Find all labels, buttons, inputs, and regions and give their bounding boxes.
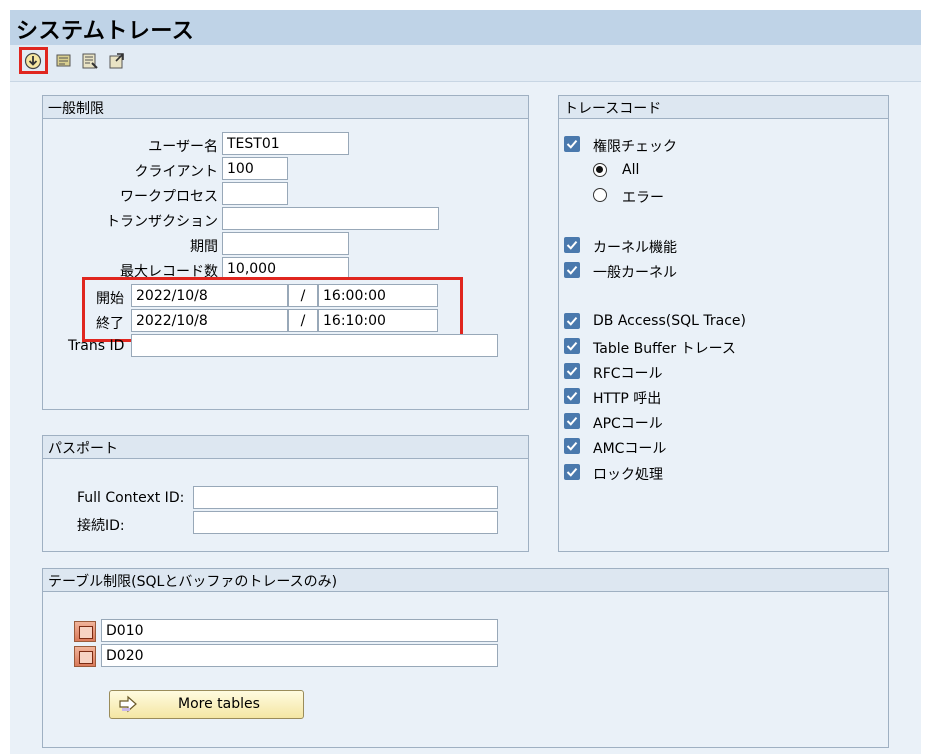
export-icon[interactable] (108, 52, 126, 70)
rfc-label: RFCコール (593, 366, 663, 382)
http-checkbox[interactable] (564, 388, 580, 404)
copy-icon[interactable] (81, 52, 99, 70)
work-process-input[interactable] (222, 182, 288, 205)
toolbar (10, 45, 921, 82)
table-buffer-checkbox[interactable] (564, 338, 580, 354)
filter-icon[interactable] (55, 52, 73, 70)
apc-checkbox[interactable] (564, 413, 580, 429)
more-tables-button[interactable]: More tables (109, 690, 304, 719)
table-input-2[interactable] (101, 644, 498, 667)
radio-all[interactable] (593, 163, 607, 177)
table-icon[interactable] (74, 646, 96, 667)
auth-check-label: 権限チェック (593, 139, 677, 155)
amc-label: AMCコール (593, 441, 667, 457)
period-input[interactable] (222, 232, 349, 255)
kernel-label: カーネル機能 (593, 240, 677, 256)
http-label: HTTP 呼出 (593, 391, 662, 407)
table-input-1[interactable] (101, 619, 498, 642)
connection-id-label: 接続ID: (77, 518, 125, 534)
lock-label: ロック処理 (593, 467, 663, 483)
apc-label: APCコール (593, 416, 663, 432)
radio-all-label: All (622, 162, 640, 178)
table-buffer-label: Table Buffer トレース (593, 341, 736, 357)
page-title: システムトレース (16, 19, 195, 44)
table-icon[interactable] (74, 621, 96, 642)
radio-error-label: エラー (622, 190, 664, 206)
general-kernel-label: 一般カーネル (593, 265, 677, 281)
client-label: クライアント (134, 164, 218, 180)
execute-highlight (19, 47, 48, 74)
rfc-checkbox[interactable] (564, 363, 580, 379)
connection-id-input[interactable] (193, 511, 498, 534)
lock-checkbox[interactable] (564, 464, 580, 480)
trans-id-label: Trans ID (68, 338, 125, 354)
full-context-label: Full Context ID: (77, 490, 185, 506)
auth-check-checkbox[interactable] (564, 136, 580, 152)
radio-error[interactable] (593, 188, 607, 202)
db-access-label: DB Access(SQL Trace) (593, 313, 746, 329)
period-label: 期間 (190, 239, 218, 255)
transaction-input[interactable] (222, 207, 439, 230)
datetime-highlight (82, 277, 463, 342)
group-title: トレースコード (564, 101, 662, 117)
amc-checkbox[interactable] (564, 438, 580, 454)
kernel-checkbox[interactable] (564, 237, 580, 253)
group-title: テーブル制限(SQLとバッファのトレースのみ) (48, 574, 338, 590)
db-access-checkbox[interactable] (564, 313, 580, 329)
full-context-input[interactable] (193, 486, 498, 509)
work-process-label: ワークプロセス (120, 189, 218, 205)
transaction-label: トランザクション (106, 214, 218, 230)
user-input[interactable] (222, 132, 349, 155)
client-input[interactable] (222, 157, 288, 180)
more-tables-label: More tables (178, 696, 260, 712)
group-title: 一般制限 (48, 101, 104, 117)
arrow-right-icon (118, 695, 138, 717)
group-title: パスポート (48, 441, 118, 457)
general-kernel-checkbox[interactable] (564, 262, 580, 278)
trans-id-input[interactable] (131, 334, 498, 357)
user-label: ユーザー名 (148, 139, 218, 155)
